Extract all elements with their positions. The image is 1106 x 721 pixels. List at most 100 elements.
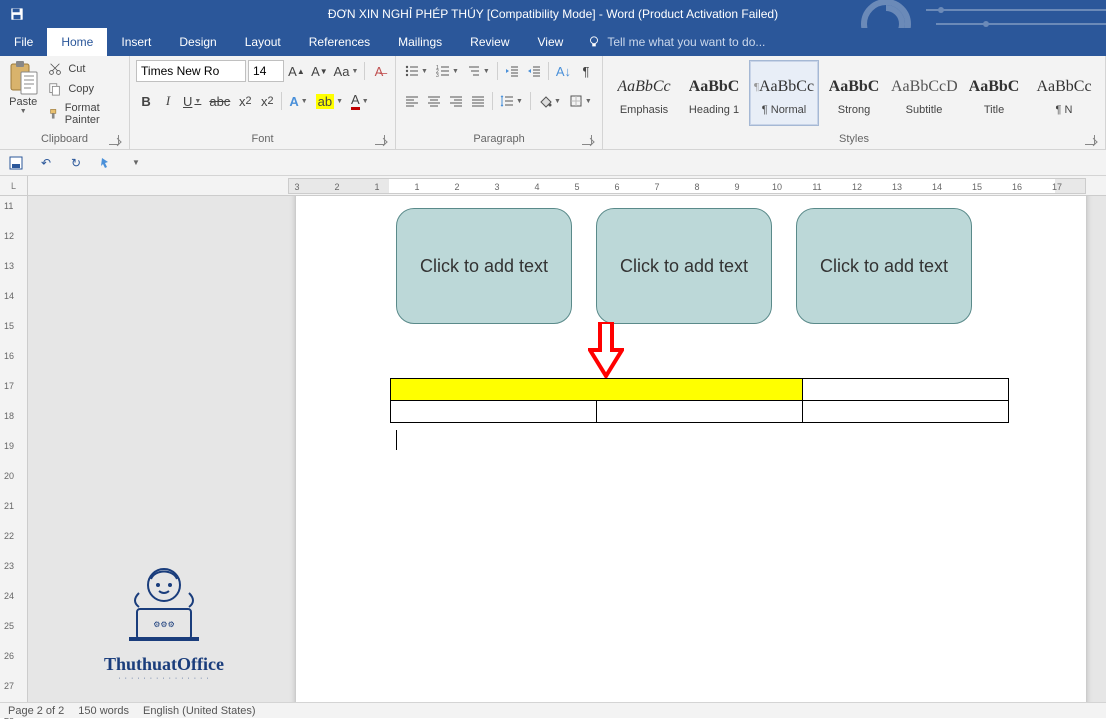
style-strong[interactable]: AaBbCStrong [819, 60, 889, 126]
superscript-button[interactable]: x2 [257, 90, 277, 112]
styles-launcher[interactable] [1085, 135, 1095, 145]
style-emphasis[interactable]: AaBbCcEmphasis [609, 60, 679, 126]
table-cell-r1c3[interactable] [803, 379, 1009, 401]
justify-button[interactable] [468, 90, 488, 112]
ruler-tick: 4 [534, 182, 539, 192]
qat-save[interactable] [6, 153, 26, 173]
window-title: ĐƠN XIN NGHỈ PHÉP THÚY [Compatibility Mo… [328, 7, 778, 21]
group-clipboard: Paste ▼ Cut Copy Format Painter Clipboar… [0, 56, 130, 149]
vertical-ruler[interactable]: 111213141516171819202122232425262728 [0, 196, 28, 702]
multilevel-icon [467, 64, 481, 78]
italic-button[interactable]: I [158, 90, 178, 112]
numbering-button[interactable]: 123▼ [433, 60, 462, 82]
qat-touch[interactable] [96, 153, 116, 173]
paragraph-launcher[interactable] [582, 135, 592, 145]
bullets-button[interactable]: ▼ [402, 60, 431, 82]
clear-format-button[interactable]: A̶ [369, 60, 389, 82]
tell-me-text: Tell me what you want to do... [607, 35, 765, 49]
table[interactable] [390, 378, 1009, 423]
status-page[interactable]: Page 2 of 2 [8, 705, 64, 717]
style-nospacing[interactable]: AaBbCc¶ N [1029, 60, 1099, 126]
ruler-tick: 3 [494, 182, 499, 192]
shading-button[interactable]: ▼ [535, 90, 564, 112]
table-cell-r2c3[interactable] [803, 401, 1009, 423]
vruler-tick: 18 [4, 411, 14, 421]
ruler-tick: 11 [812, 182, 821, 192]
status-lang[interactable]: English (United States) [143, 705, 256, 717]
tab-view[interactable]: View [524, 28, 578, 56]
table-cell-r2c1[interactable] [391, 401, 597, 423]
ruler-tick: 1 [374, 182, 379, 192]
style-subtitle[interactable]: AaBbCcDSubtitle [889, 60, 959, 126]
strike-button[interactable]: abc [206, 90, 233, 112]
copy-button[interactable]: Copy [44, 80, 123, 98]
table-cell-r2c2[interactable] [597, 401, 803, 423]
style-normal[interactable]: AaBbCc¶ Normal [749, 60, 819, 126]
change-case-button[interactable]: Aa▼ [332, 60, 360, 82]
highlight-button[interactable]: ab▼ [313, 90, 346, 112]
style-title[interactable]: AaBbCTitle [959, 60, 1029, 126]
vruler-tick: 24 [4, 591, 14, 601]
multilevel-button[interactable]: ▼ [464, 60, 493, 82]
format-painter-button[interactable]: Format Painter [44, 100, 123, 128]
align-right-button[interactable] [446, 90, 466, 112]
qat-redo[interactable]: ↻ [66, 153, 86, 173]
style-heading1[interactable]: AaBbCHeading 1 [679, 60, 749, 126]
horizontal-ruler[interactable]: 3211234567891011121314151617 [28, 176, 1106, 196]
font-launcher[interactable] [375, 135, 385, 145]
status-words[interactable]: 150 words [78, 705, 129, 717]
save-icon[interactable] [6, 3, 28, 25]
styles-group-label: Styles [839, 133, 869, 145]
smartart-box-2[interactable]: Click to add text [596, 208, 772, 324]
mascot-icon: ⚙⚙⚙ [119, 557, 209, 647]
tab-review[interactable]: Review [456, 28, 523, 56]
line-spacing-button[interactable]: ▼ [497, 90, 526, 112]
tab-insert[interactable]: Insert [107, 28, 165, 56]
text-effects-button[interactable]: A▼ [286, 90, 310, 112]
ruler-tick: 9 [734, 182, 739, 192]
ribbon: Paste ▼ Cut Copy Format Painter Clipboar… [0, 56, 1106, 150]
bulb-icon [587, 35, 601, 49]
shrink-font-button[interactable]: A▼ [309, 60, 330, 82]
tab-layout[interactable]: Layout [231, 28, 295, 56]
decrease-indent-button[interactable] [502, 60, 522, 82]
tab-design[interactable]: Design [165, 28, 230, 56]
vruler-tick: 20 [4, 471, 14, 481]
bucket-icon [538, 94, 552, 108]
tell-me[interactable]: Tell me what you want to do... [587, 28, 765, 56]
paragraph-group-label: Paragraph [473, 133, 524, 145]
tab-references[interactable]: References [295, 28, 384, 56]
ruler-tick: 2 [334, 182, 339, 192]
tab-mailings[interactable]: Mailings [384, 28, 456, 56]
page[interactable]: Click to add text Click to add text Clic… [296, 196, 1086, 702]
clipboard-launcher[interactable] [109, 135, 119, 145]
grow-font-button[interactable]: A▲ [286, 60, 307, 82]
tab-file[interactable]: File [0, 28, 47, 56]
watermark-logo: ⚙⚙⚙ ThuthuatOffice · · · · · · · · · · ·… [84, 557, 244, 682]
sort-button[interactable]: A↓ [553, 60, 574, 82]
tab-home[interactable]: Home [47, 28, 107, 56]
vruler-tick: 21 [4, 501, 14, 511]
show-marks-button[interactable]: ¶ [576, 60, 596, 82]
font-name-input[interactable] [136, 60, 246, 82]
vruler-tick: 23 [4, 561, 14, 571]
table-cell-r1c1[interactable] [391, 379, 803, 401]
increase-indent-button[interactable] [524, 60, 544, 82]
paste-button[interactable]: Paste ▼ [6, 60, 40, 131]
smartart-box-3[interactable]: Click to add text [796, 208, 972, 324]
font-color-button[interactable]: A▼ [348, 90, 372, 112]
align-center-button[interactable] [424, 90, 444, 112]
qat-more[interactable]: ▼ [126, 153, 146, 173]
borders-button[interactable]: ▼ [566, 90, 595, 112]
cut-button[interactable]: Cut [44, 60, 123, 78]
underline-button[interactable]: U▼ [180, 90, 204, 112]
paste-label: Paste [9, 96, 37, 108]
styles-gallery[interactable]: AaBbCcEmphasis AaBbCHeading 1 AaBbCc¶ No… [609, 60, 1099, 126]
font-size-input[interactable] [248, 60, 284, 82]
bold-button[interactable]: B [136, 90, 156, 112]
bullets-icon [405, 64, 419, 78]
align-left-button[interactable] [402, 90, 422, 112]
qat-undo[interactable]: ↶ [36, 153, 56, 173]
subscript-button[interactable]: x2 [235, 90, 255, 112]
smartart-box-1[interactable]: Click to add text [396, 208, 572, 324]
